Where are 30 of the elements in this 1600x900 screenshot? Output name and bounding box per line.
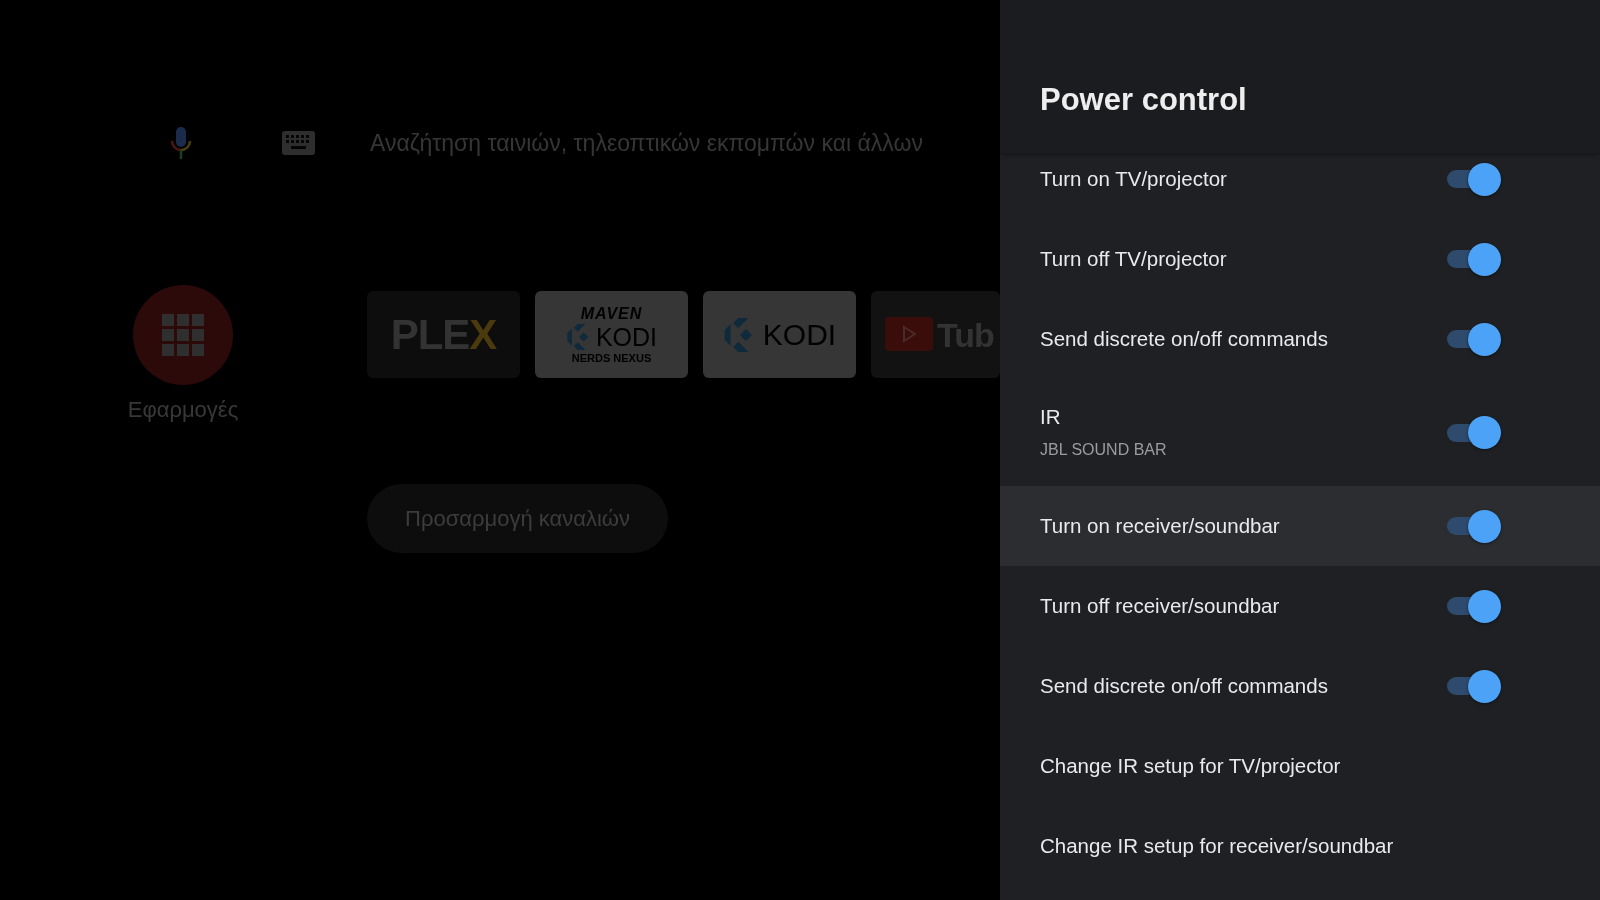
setting-label: Turn off receiver/soundbar	[1040, 593, 1280, 619]
setting-label: Change IR setup for TV/projector	[1040, 753, 1341, 779]
toggle-switch[interactable]	[1447, 589, 1501, 623]
grid-icon	[162, 314, 204, 356]
setting-label: Turn on receiver/soundbar	[1040, 513, 1280, 539]
setting-label: IR	[1040, 404, 1062, 430]
setting-subtitle: JBL SOUND BAR	[1040, 440, 1167, 460]
toggle-switch[interactable]	[1447, 669, 1501, 703]
toggle-switch[interactable]	[1447, 416, 1501, 449]
toggle-switch[interactable]	[1447, 242, 1501, 276]
setting-label: Send discrete on/off commands	[1040, 673, 1328, 699]
toggle-switch[interactable]	[1447, 162, 1501, 196]
settings-row[interactable]: Change IR setup for receiver/soundbar	[1000, 806, 1600, 886]
settings-row[interactable]: Send discrete on/off commands	[1000, 299, 1600, 379]
toggle-switch[interactable]	[1447, 509, 1501, 543]
settings-row[interactable]: Turn off receiver/soundbar	[1000, 566, 1600, 646]
panel-title: Power control	[1040, 82, 1247, 117]
settings-row[interactable]: Change IR setup for TV/projector	[1000, 726, 1600, 806]
setting-label: Turn off TV/projector	[1040, 246, 1227, 272]
settings-row[interactable]: Turn on TV/projector	[1000, 153, 1600, 219]
settings-row[interactable]: Send discrete on/off commands	[1000, 646, 1600, 726]
setting-label: Turn on TV/projector	[1040, 166, 1227, 192]
settings-row[interactable]: Turn on receiver/soundbar	[1000, 486, 1600, 566]
setting-label: Send discrete on/off commands	[1040, 326, 1328, 352]
settings-row[interactable]: IR JBL SOUND BAR	[1000, 379, 1600, 486]
setting-label: Change IR setup for receiver/soundbar	[1040, 833, 1394, 859]
settings-row[interactable]: Turn off TV/projector	[1000, 219, 1600, 299]
toggle-switch[interactable]	[1447, 322, 1501, 356]
play-button-icon	[885, 316, 933, 353]
apps-label: Εφαρμογές	[127, 397, 239, 423]
